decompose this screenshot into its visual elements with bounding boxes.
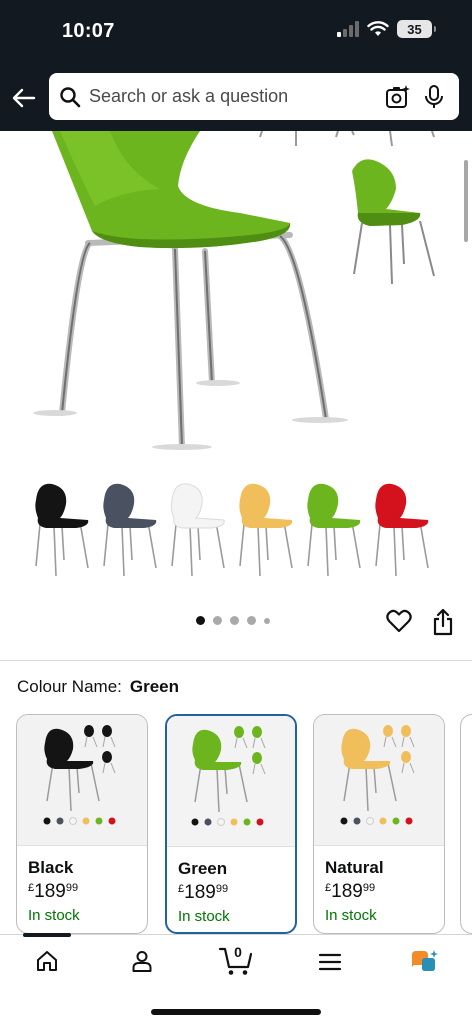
image-scrollbar[interactable] bbox=[464, 160, 468, 242]
home-icon[interactable] bbox=[35, 949, 59, 973]
colour-name-value: Green bbox=[129, 677, 180, 696]
colour-swatch-row bbox=[35, 483, 429, 576]
product-image bbox=[33, 131, 435, 450]
page-dot[interactable] bbox=[196, 616, 205, 625]
variant-card-black[interactable]: Black £18999 In stock bbox=[16, 714, 148, 934]
top-header: 10:07 35 Search or ask a question bbox=[0, 0, 472, 131]
swatch-natural bbox=[239, 483, 293, 576]
search-input[interactable]: Search or ask a question bbox=[89, 86, 385, 107]
status-time: 10:07 bbox=[62, 20, 115, 42]
status-icons: 35 bbox=[337, 20, 436, 38]
variant-name: Black bbox=[28, 858, 74, 877]
menu-icon[interactable] bbox=[318, 952, 342, 972]
variant-price: £18999 bbox=[28, 881, 79, 902]
back-arrow-icon[interactable] bbox=[10, 84, 38, 112]
swatch-white bbox=[170, 483, 225, 576]
swatch-grey bbox=[103, 483, 157, 576]
section-divider bbox=[0, 660, 472, 661]
variant-name: Green bbox=[178, 859, 228, 878]
home-indicator bbox=[151, 1009, 321, 1015]
swatch-black bbox=[35, 483, 89, 576]
page-dot[interactable] bbox=[247, 616, 256, 625]
variant-stock-status: In stock bbox=[325, 907, 377, 924]
variant-card-green[interactable]: Green £18999 In stock bbox=[165, 714, 297, 934]
variant-thumbnail bbox=[167, 716, 295, 847]
variant-cards: Black £18999 In stock Green £18999 In st… bbox=[16, 714, 472, 934]
search-bar[interactable]: Search or ask a question bbox=[49, 73, 459, 120]
page-dot[interactable] bbox=[264, 617, 270, 624]
microphone-icon[interactable] bbox=[423, 84, 445, 110]
signal-icon bbox=[337, 21, 359, 37]
variant-name: Natural bbox=[325, 858, 384, 877]
variant-thumbnail bbox=[314, 715, 444, 846]
variant-stock-status: In stock bbox=[178, 908, 230, 925]
variant-card-natural[interactable]: Natural £18999 In stock bbox=[313, 714, 445, 934]
variant-price: £18999 bbox=[325, 881, 376, 902]
image-page-dots[interactable] bbox=[196, 616, 270, 625]
share-icon[interactable] bbox=[432, 608, 454, 636]
heart-icon[interactable] bbox=[386, 609, 412, 633]
wifi-icon bbox=[367, 21, 389, 36]
cart-count: 0 bbox=[234, 944, 242, 960]
product-image-carousel[interactable] bbox=[0, 131, 472, 461]
active-tab-indicator bbox=[23, 933, 71, 937]
account-icon[interactable] bbox=[130, 949, 154, 973]
battery-indicator: 35 bbox=[397, 20, 436, 38]
variant-price: £18999 bbox=[178, 882, 229, 903]
swatch-green bbox=[307, 483, 361, 576]
rufus-icon[interactable] bbox=[410, 949, 438, 975]
page-dot[interactable] bbox=[213, 616, 222, 625]
variant-stock-status: In stock bbox=[28, 907, 80, 924]
camera-search-icon[interactable] bbox=[385, 84, 411, 110]
swatch-red bbox=[375, 483, 429, 576]
cart-button[interactable]: 0 bbox=[218, 943, 254, 977]
page-dot[interactable] bbox=[230, 616, 239, 625]
search-icon bbox=[60, 86, 81, 107]
colour-name-label: Colour Name: bbox=[17, 677, 122, 696]
variant-card-next-partial[interactable] bbox=[460, 714, 472, 934]
variant-thumbnail bbox=[17, 715, 147, 846]
colour-name-row: Colour Name: Green bbox=[17, 677, 179, 697]
